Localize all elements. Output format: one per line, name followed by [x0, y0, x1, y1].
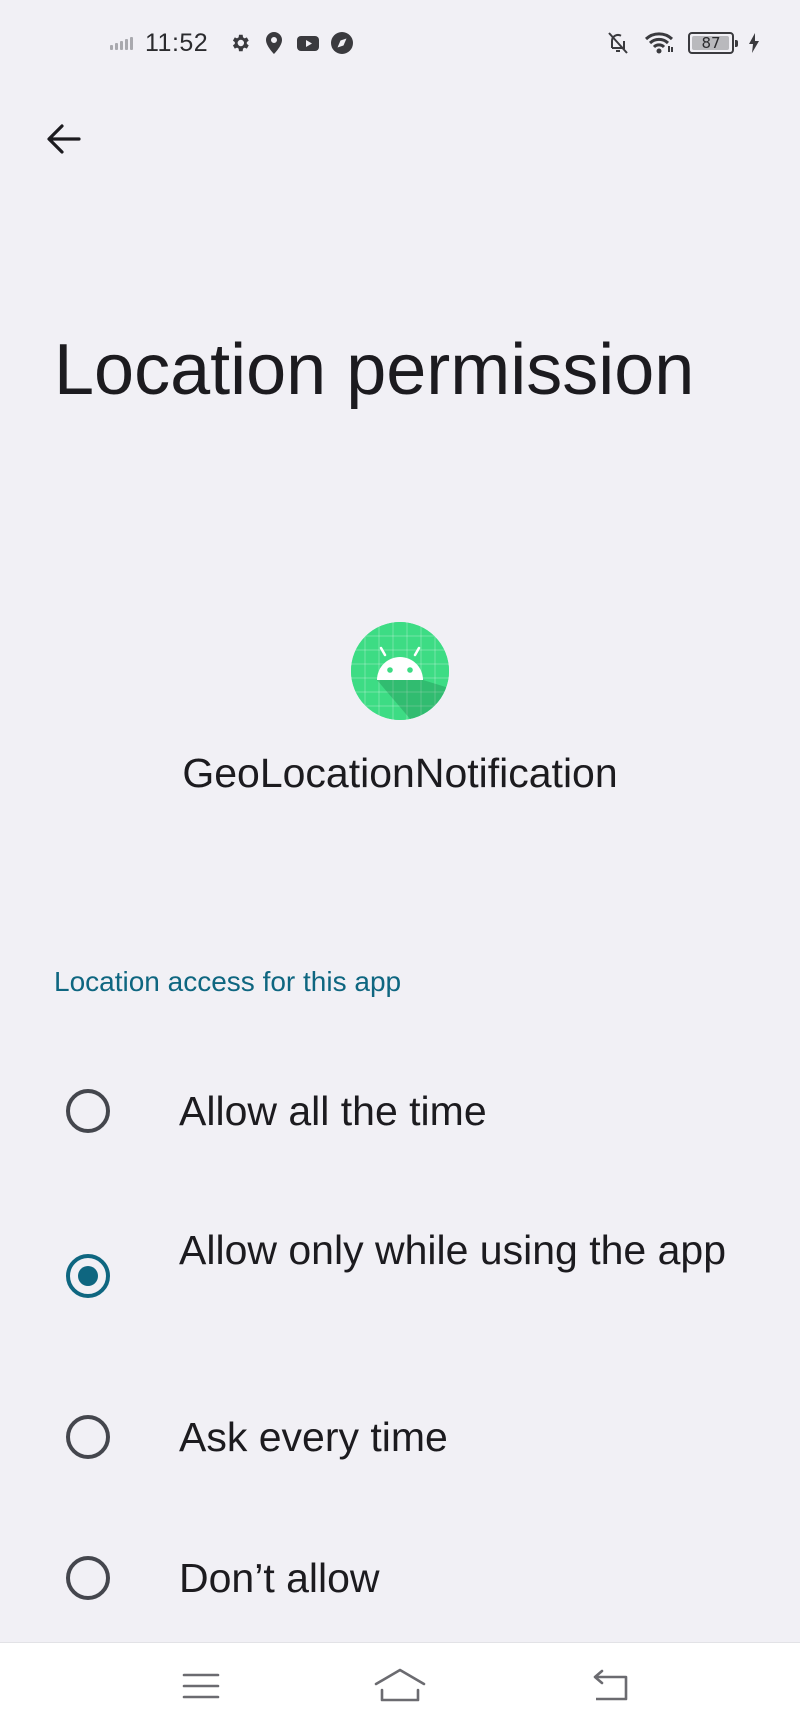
- signal-icon: [110, 36, 133, 50]
- menu-icon: [182, 1673, 220, 1699]
- battery-icon: 87: [688, 32, 738, 54]
- gear-icon: [228, 31, 252, 55]
- radio-button-selected[interactable]: [66, 1254, 110, 1298]
- option-label: Allow all the time: [179, 1088, 487, 1134]
- option-label: Ask every time: [179, 1414, 448, 1460]
- section-header: Location access for this app: [54, 966, 402, 997]
- notifications-off-icon: [606, 31, 630, 55]
- option-allow-all-the-time[interactable]: Allow all the time: [0, 1075, 800, 1147]
- page-title: Location permission: [54, 330, 695, 410]
- option-label: Allow only while using the app: [179, 1227, 726, 1273]
- youtube-icon: [296, 31, 320, 55]
- home-icon: [374, 1668, 426, 1702]
- status-bar-right: 87: [606, 28, 760, 58]
- option-label: Don’t allow: [179, 1555, 380, 1601]
- android-robot-icon: [351, 622, 449, 720]
- option-allow-while-using[interactable]: Allow only while using the app: [0, 1214, 800, 1338]
- charging-icon: [748, 31, 760, 55]
- app-name: GeoLocationNotification: [182, 750, 618, 796]
- back-button[interactable]: [28, 104, 98, 174]
- back-nav-icon: [593, 1669, 628, 1701]
- radio-button[interactable]: [66, 1415, 110, 1459]
- battery-level: 87: [701, 34, 721, 52]
- permission-screen: 11:52 87 Location permission GeoLocation…: [0, 0, 800, 1733]
- option-dont-allow[interactable]: Don’t allow: [0, 1542, 800, 1614]
- compass-icon: [330, 31, 354, 55]
- recent-apps-button[interactable]: [173, 1661, 229, 1711]
- arrow-back-icon: [47, 124, 81, 154]
- home-button[interactable]: [372, 1661, 428, 1711]
- status-bar: 11:52 87: [0, 0, 800, 90]
- location-pin-icon: [262, 31, 286, 55]
- option-ask-every-time[interactable]: Ask every time: [0, 1401, 800, 1473]
- navigation-bar: [0, 1642, 800, 1733]
- radio-button[interactable]: [66, 1089, 110, 1133]
- status-bar-left: 11:52: [110, 26, 354, 60]
- status-time: 11:52: [145, 28, 209, 57]
- wifi-icon: [644, 31, 674, 55]
- back-nav-button[interactable]: [582, 1661, 638, 1711]
- radio-button[interactable]: [66, 1556, 110, 1600]
